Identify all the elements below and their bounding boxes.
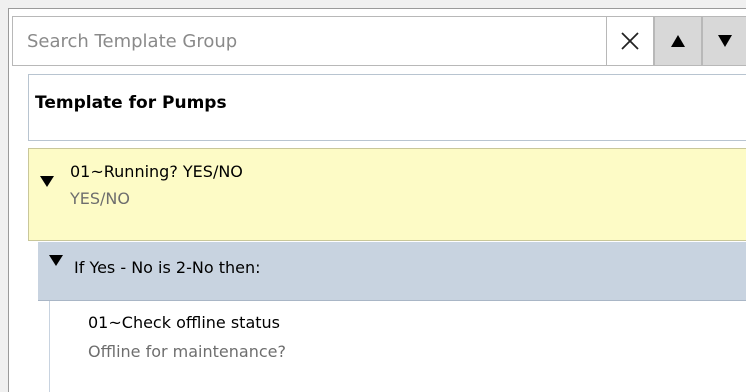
- clear-search-button[interactable]: [606, 16, 654, 66]
- previous-match-button[interactable]: [654, 16, 702, 66]
- next-match-button[interactable]: [702, 16, 746, 66]
- close-icon: [621, 32, 639, 50]
- question-answer-type: YES/NO: [70, 189, 130, 208]
- question-label: 01~Running? YES/NO: [70, 162, 243, 181]
- child-question-item[interactable]: 01~Check offline status Offline for main…: [50, 301, 746, 392]
- condition-group[interactable]: If Yes - No is 2-No then:: [38, 242, 746, 301]
- triangle-down-icon[interactable]: [48, 254, 64, 267]
- arrow-up-icon: [671, 35, 685, 47]
- child-question-label: 01~Check offline status: [88, 313, 281, 332]
- question-item[interactable]: 01~Running? YES/NO YES/NO: [28, 148, 746, 241]
- condition-label: If Yes - No is 2-No then:: [74, 258, 261, 277]
- search-bar: [12, 16, 746, 66]
- triangle-down-icon[interactable]: [39, 175, 55, 188]
- template-title: Template for Pumps: [35, 93, 227, 113]
- template-title-header: Template for Pumps: [28, 74, 746, 141]
- arrow-down-icon: [717, 35, 732, 47]
- child-question-description: Offline for maintenance?: [88, 342, 286, 361]
- search-input[interactable]: [12, 16, 606, 66]
